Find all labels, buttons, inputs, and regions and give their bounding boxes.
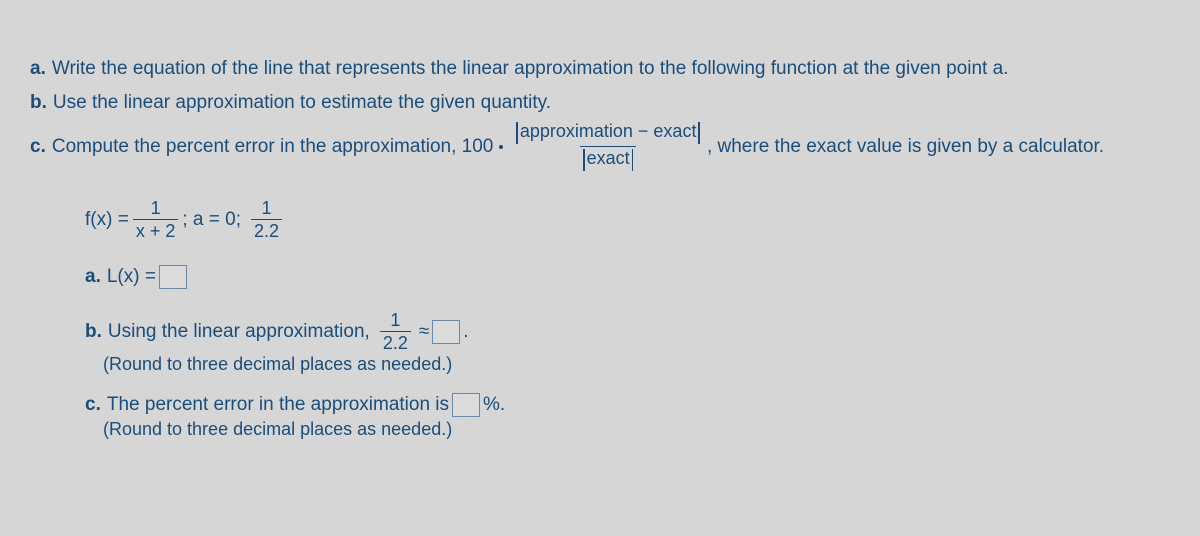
answer-c-text: The percent error in the approximation i… — [107, 394, 449, 416]
answer-b-input[interactable] — [432, 320, 460, 344]
part-b-text: Use the linear approximation to estimate… — [53, 89, 551, 117]
answer-a-line: a. L(x) = — [85, 265, 1170, 289]
answer-b-frac: 1 2.2 — [380, 311, 411, 352]
answer-b-label: b. — [85, 321, 102, 343]
func-frac1: 1 x + 2 — [133, 199, 179, 240]
approx-symbol: ≈ — [419, 321, 429, 343]
answer-a-input[interactable] — [159, 265, 187, 289]
answer-b-block: b. Using the linear approximation, 1 2.2… — [85, 311, 1170, 375]
part-a-text: Write the equation of the line that repr… — [52, 55, 1009, 83]
answer-b-prefix: Using the linear approximation, — [108, 321, 370, 343]
part-c-label: c. — [30, 133, 46, 161]
answer-c-unit: %. — [483, 394, 505, 416]
error-fraction: approximation − exact exact — [513, 122, 703, 171]
answer-c-block: c. The percent error in the approximatio… — [85, 393, 1170, 440]
part-c-prefix: Compute the percent error in the approxi… — [52, 133, 493, 161]
part-b-label: b. — [30, 89, 47, 117]
part-c-line: c. Compute the percent error in the appr… — [30, 122, 1170, 171]
part-a-line: a. Write the equation of the line that r… — [30, 55, 1170, 83]
part-a-label: a. — [30, 55, 46, 83]
part-b-line: b. Use the linear approximation to estim… — [30, 89, 1170, 117]
error-frac-num: approximation − exact — [518, 122, 699, 144]
multiply-dot — [499, 145, 503, 149]
answer-a-label: a. — [85, 266, 101, 288]
answer-a-text: L(x) = — [107, 266, 156, 288]
answer-b-hint: (Round to three decimal places as needed… — [103, 354, 1170, 375]
part-c-suffix: , where the exact value is given by a ca… — [707, 133, 1104, 161]
func-mid: ; a = 0; — [182, 209, 241, 231]
func-lhs: f(x) = — [85, 209, 129, 231]
function-definition: f(x) = 1 x + 2 ; a = 0; 1 2.2 — [85, 199, 1170, 240]
answer-b-period: . — [463, 321, 468, 343]
error-frac-den: exact — [585, 149, 632, 171]
answer-c-input[interactable] — [452, 393, 480, 417]
func-frac2: 1 2.2 — [251, 199, 282, 240]
answer-c-label: c. — [85, 394, 101, 416]
answer-c-hint: (Round to three decimal places as needed… — [103, 419, 1170, 440]
